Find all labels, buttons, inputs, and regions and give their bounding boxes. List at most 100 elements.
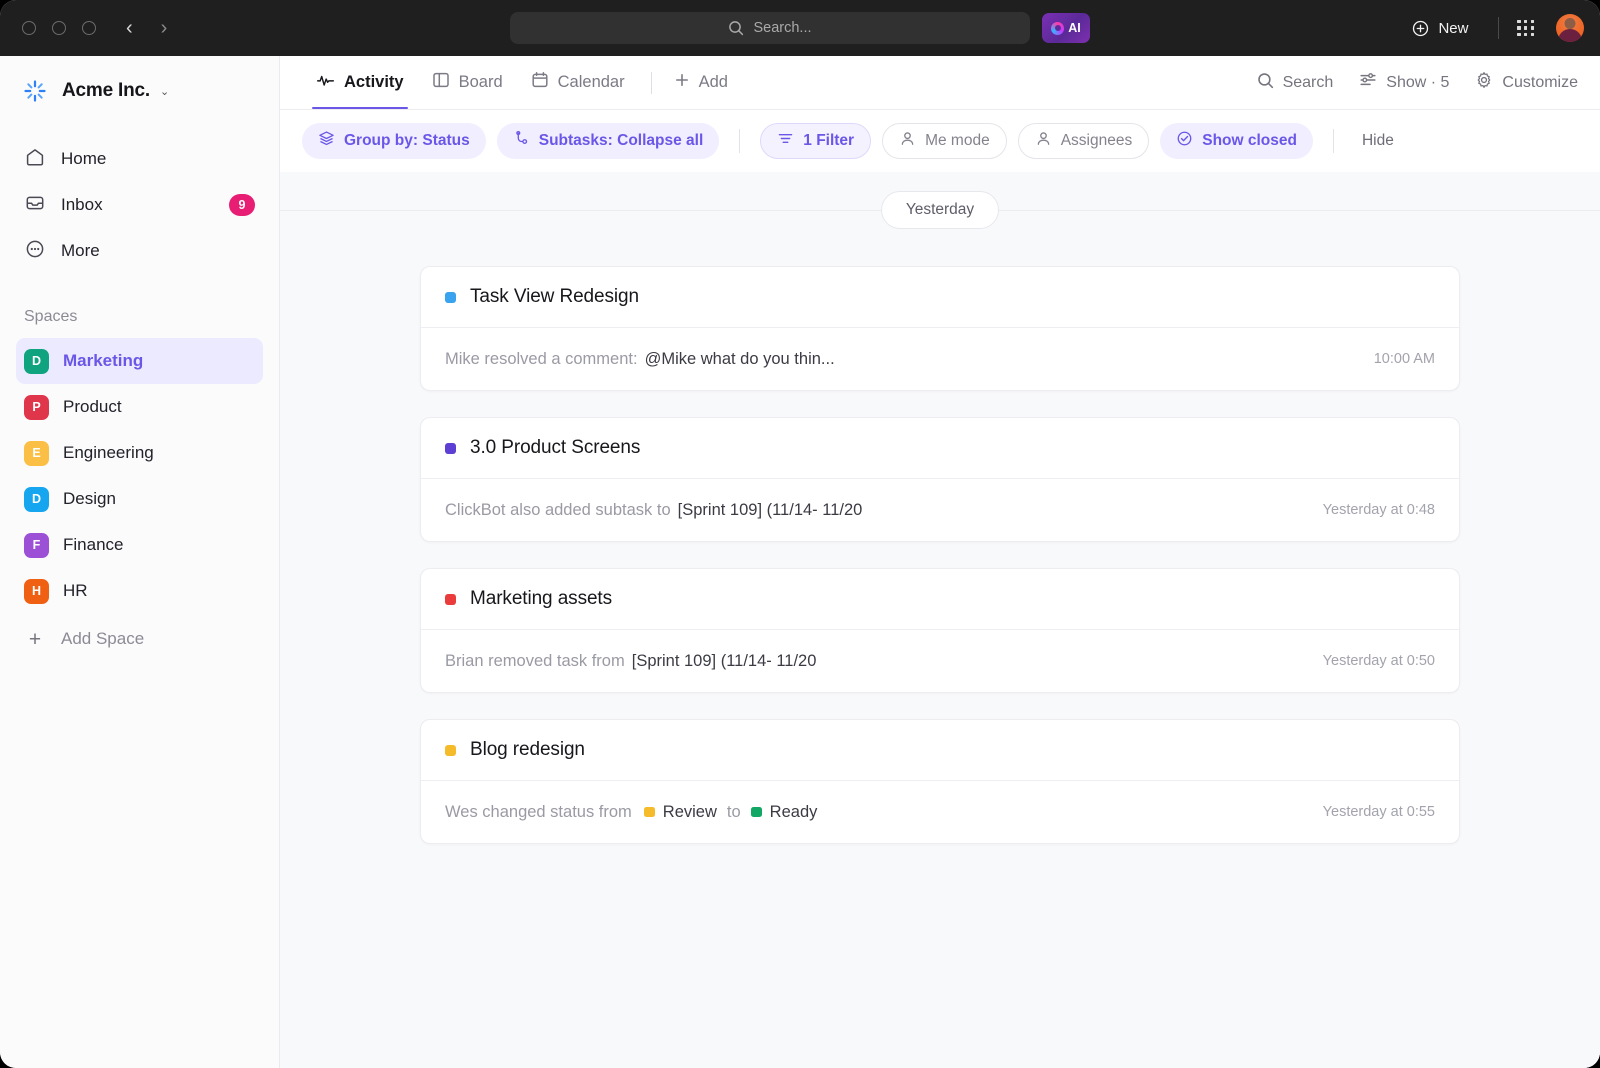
tab-board[interactable]: Board: [418, 56, 517, 109]
sidebar-item-marketing[interactable]: D Marketing: [16, 338, 263, 384]
assignees-chip[interactable]: Assignees: [1018, 123, 1150, 159]
status-to-badge: Ready: [751, 803, 818, 822]
sidebar-item-engineering[interactable]: E Engineering: [16, 430, 263, 476]
day-divider: Yesterday: [280, 172, 1600, 248]
activity-highlight: @Mike what do you thin...: [645, 350, 835, 369]
activity-row[interactable]: Wes changed status from Review to Ready: [421, 781, 1459, 843]
sidebar-item-marketing-label: Marketing: [63, 351, 143, 371]
sidebar-item-inbox[interactable]: Inbox 9: [16, 182, 263, 228]
view-bar: Activity Board: [280, 56, 1600, 110]
task-color-dot: [445, 443, 456, 454]
tab-board-label: Board: [459, 73, 503, 92]
back-arrow-icon[interactable]: ‹: [126, 18, 133, 38]
activity-pulse-icon: [316, 71, 335, 95]
sidebar-item-product[interactable]: P Product: [16, 384, 263, 430]
activity-text: Wes changed status from Review to Ready: [445, 803, 822, 822]
sidebar-item-home[interactable]: Home: [16, 136, 263, 182]
space-avatar: F: [24, 533, 49, 558]
sidebar-item-more[interactable]: More: [16, 228, 263, 274]
workspace-switcher[interactable]: Acme Inc. ⌄: [16, 62, 263, 120]
workspace-name: Acme Inc.: [62, 80, 150, 102]
tabs-divider: [651, 72, 652, 94]
forward-arrow-icon[interactable]: ›: [161, 18, 168, 38]
show-closed-chip[interactable]: Show closed: [1160, 123, 1313, 159]
card-header[interactable]: Marketing assets: [421, 569, 1459, 630]
card-title: Blog redesign: [470, 739, 585, 761]
filter-bar: Group by: Status Subtasks: Collapse all: [280, 110, 1600, 172]
ai-button-label: AI: [1068, 21, 1081, 35]
tab-activity-label: Activity: [344, 73, 404, 92]
add-view-button[interactable]: Add: [664, 72, 738, 93]
sidebar-item-design[interactable]: D Design: [16, 476, 263, 522]
card-title: Marketing assets: [470, 588, 612, 610]
me-mode-chip[interactable]: Me mode: [882, 123, 1007, 159]
filter-chip-label: 1 Filter: [803, 132, 854, 150]
app-window: ‹ › Search... AI: [0, 0, 1600, 1068]
filter-divider: [739, 129, 740, 153]
activity-row[interactable]: ClickBot also added subtask to [Sprint 1…: [421, 479, 1459, 541]
task-color-dot: [445, 745, 456, 756]
activity-prefix: Wes changed status from: [445, 803, 632, 822]
activity-highlight: [Sprint 109] (11/14- 11/20: [632, 652, 817, 671]
minimize-window-button[interactable]: [52, 21, 66, 35]
status-color-dot: [751, 807, 762, 817]
show-settings-button[interactable]: Show · 5: [1359, 71, 1449, 94]
subtasks-chip[interactable]: Subtasks: Collapse all: [497, 123, 720, 159]
sidebar-item-more-label: More: [61, 241, 255, 261]
new-button-label: New: [1438, 20, 1468, 37]
status-from-badge: Review: [644, 803, 717, 822]
card-header[interactable]: Blog redesign: [421, 720, 1459, 781]
activity-timestamp: Yesterday at 0:50: [1323, 653, 1435, 669]
maximize-window-button[interactable]: [82, 21, 96, 35]
app-body: Acme Inc. ⌄ Home: [0, 56, 1600, 1068]
tab-calendar[interactable]: Calendar: [517, 56, 639, 109]
layers-icon: [318, 130, 335, 152]
activity-row[interactable]: Mike resolved a comment: @Mike what do y…: [421, 328, 1459, 390]
sidebar-item-hr[interactable]: H HR: [16, 568, 263, 614]
home-icon: [24, 146, 46, 173]
global-search-area: Search... AI: [510, 12, 1090, 44]
sidebar-item-inbox-label: Inbox: [61, 195, 214, 215]
titlebar-divider: [1498, 17, 1499, 39]
status-from-label: Review: [663, 803, 717, 822]
hide-button[interactable]: Hide: [1354, 132, 1402, 150]
user-avatar[interactable]: [1556, 14, 1584, 42]
window-controls: [22, 21, 96, 35]
spaces-section-label: Spaces: [16, 308, 263, 326]
space-avatar: D: [24, 487, 49, 512]
tab-activity[interactable]: Activity: [302, 56, 418, 109]
activity-feed: Yesterday Task View Redesign Mike resolv…: [280, 172, 1600, 1068]
sidebar-item-engineering-label: Engineering: [63, 443, 154, 463]
sidebar-item-finance[interactable]: F Finance: [16, 522, 263, 568]
close-window-button[interactable]: [22, 21, 36, 35]
activity-prefix: Brian removed task from: [445, 652, 625, 671]
card-header[interactable]: Task View Redesign: [421, 267, 1459, 328]
add-space-button[interactable]: + Add Space: [16, 616, 263, 662]
tab-calendar-label: Calendar: [558, 73, 625, 92]
global-search-input[interactable]: Search...: [510, 12, 1030, 44]
subtasks-chip-label: Subtasks: Collapse all: [539, 132, 704, 150]
apps-grid-icon[interactable]: [1517, 20, 1534, 37]
activity-highlight: [Sprint 109] (11/14- 11/20: [678, 501, 863, 520]
card-header[interactable]: 3.0 Product Screens: [421, 418, 1459, 479]
activity-card: Blog redesign Wes changed status from Re…: [420, 719, 1460, 844]
ai-button[interactable]: AI: [1042, 13, 1090, 43]
sidebar: Acme Inc. ⌄ Home: [0, 56, 280, 1068]
group-by-chip[interactable]: Group by: Status: [302, 123, 486, 159]
space-avatar: D: [24, 349, 49, 374]
new-button[interactable]: New: [1400, 15, 1480, 42]
view-search-button[interactable]: Search: [1257, 72, 1334, 94]
filter-chip[interactable]: 1 Filter: [760, 123, 871, 159]
customize-label: Customize: [1502, 74, 1578, 92]
plus-icon: +: [24, 629, 46, 650]
sidebar-item-hr-label: HR: [63, 581, 88, 601]
person-icon: [1035, 130, 1052, 152]
board-icon: [432, 71, 450, 94]
card-title: 3.0 Product Screens: [470, 437, 640, 459]
activity-card: Marketing assets Brian removed task from…: [420, 568, 1460, 693]
activity-row[interactable]: Brian removed task from [Sprint 109] (11…: [421, 630, 1459, 692]
view-bar-actions: Search Show · 5: [1257, 71, 1578, 94]
workspace-logo-icon: [22, 78, 48, 104]
customize-button[interactable]: Customize: [1475, 71, 1578, 94]
filter-divider-2: [1333, 129, 1334, 153]
